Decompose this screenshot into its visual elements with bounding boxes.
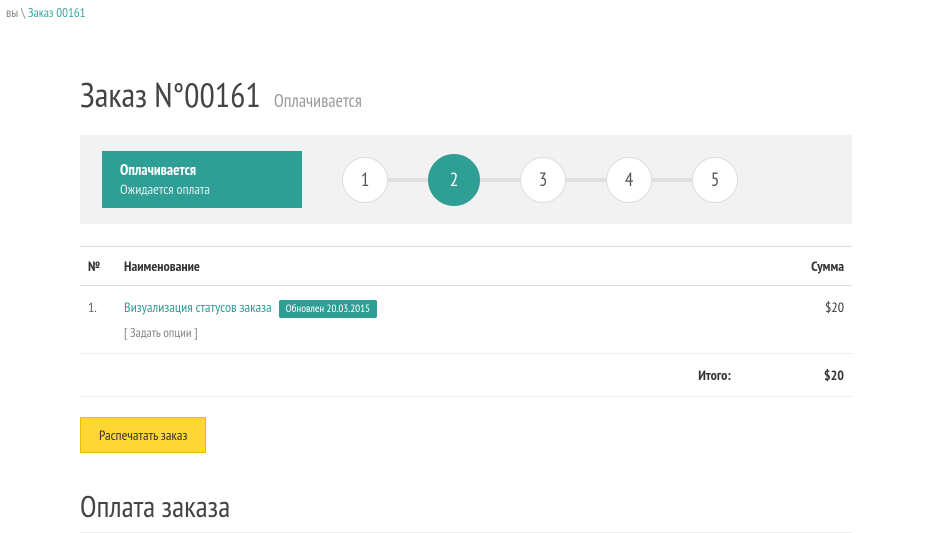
th-name: Наименование <box>116 247 739 286</box>
step-1[interactable]: 1 <box>342 157 388 203</box>
step-3[interactable]: 3 <box>520 157 566 203</box>
total-row: Итого: $20 <box>80 354 852 397</box>
order-table: № Наименование Сумма 1. Визуализация ста… <box>80 246 852 397</box>
th-no: № <box>80 247 116 286</box>
page-title-status: Оплачивается <box>274 89 362 112</box>
breadcrumb-sep: \ <box>18 4 28 21</box>
step-connector <box>388 178 428 182</box>
status-box-sub: Ожидается оплата <box>120 180 274 198</box>
status-bar: Оплачивается Ожидается оплата 1 2 3 4 5 <box>80 135 852 224</box>
page-title: Заказ N°00161 Оплачивается <box>80 73 852 117</box>
th-amount: Сумма <box>739 247 852 286</box>
step-2[interactable]: 2 <box>428 154 480 206</box>
steps: 1 2 3 4 5 <box>342 154 738 206</box>
breadcrumb: вы \ Заказ 00161 <box>0 0 932 25</box>
status-box-title: Оплачивается <box>120 161 274 180</box>
step-4[interactable]: 4 <box>606 157 652 203</box>
breadcrumb-prefix: вы <box>6 4 18 21</box>
payment-section-title: Оплата заказа <box>80 487 852 533</box>
step-connector <box>652 178 692 182</box>
set-options: [ Задать опции ] <box>124 324 731 341</box>
step-connector <box>480 178 520 182</box>
step-5[interactable]: 5 <box>692 157 738 203</box>
page-title-main: Заказ N°00161 <box>80 73 261 117</box>
row-amount: $20 <box>739 286 852 354</box>
item-link[interactable]: Визуализация статусов заказа <box>124 298 272 316</box>
row-name-cell: Визуализация статусов заказа Обновлен 20… <box>116 286 739 354</box>
set-options-link[interactable]: [ Задать опции ] <box>124 324 198 341</box>
step-connector <box>566 178 606 182</box>
total-amount: $20 <box>739 354 852 397</box>
print-order-button[interactable]: Распечатать заказ <box>80 417 206 453</box>
row-no: 1. <box>80 286 116 354</box>
table-row: 1. Визуализация статусов заказа Обновлен… <box>80 286 852 354</box>
breadcrumb-current[interactable]: Заказ 00161 <box>28 4 86 21</box>
total-label: Итого: <box>116 354 739 397</box>
status-box: Оплачивается Ожидается оплата <box>102 151 302 208</box>
updated-badge: Обновлен 20.03.2015 <box>279 300 377 318</box>
